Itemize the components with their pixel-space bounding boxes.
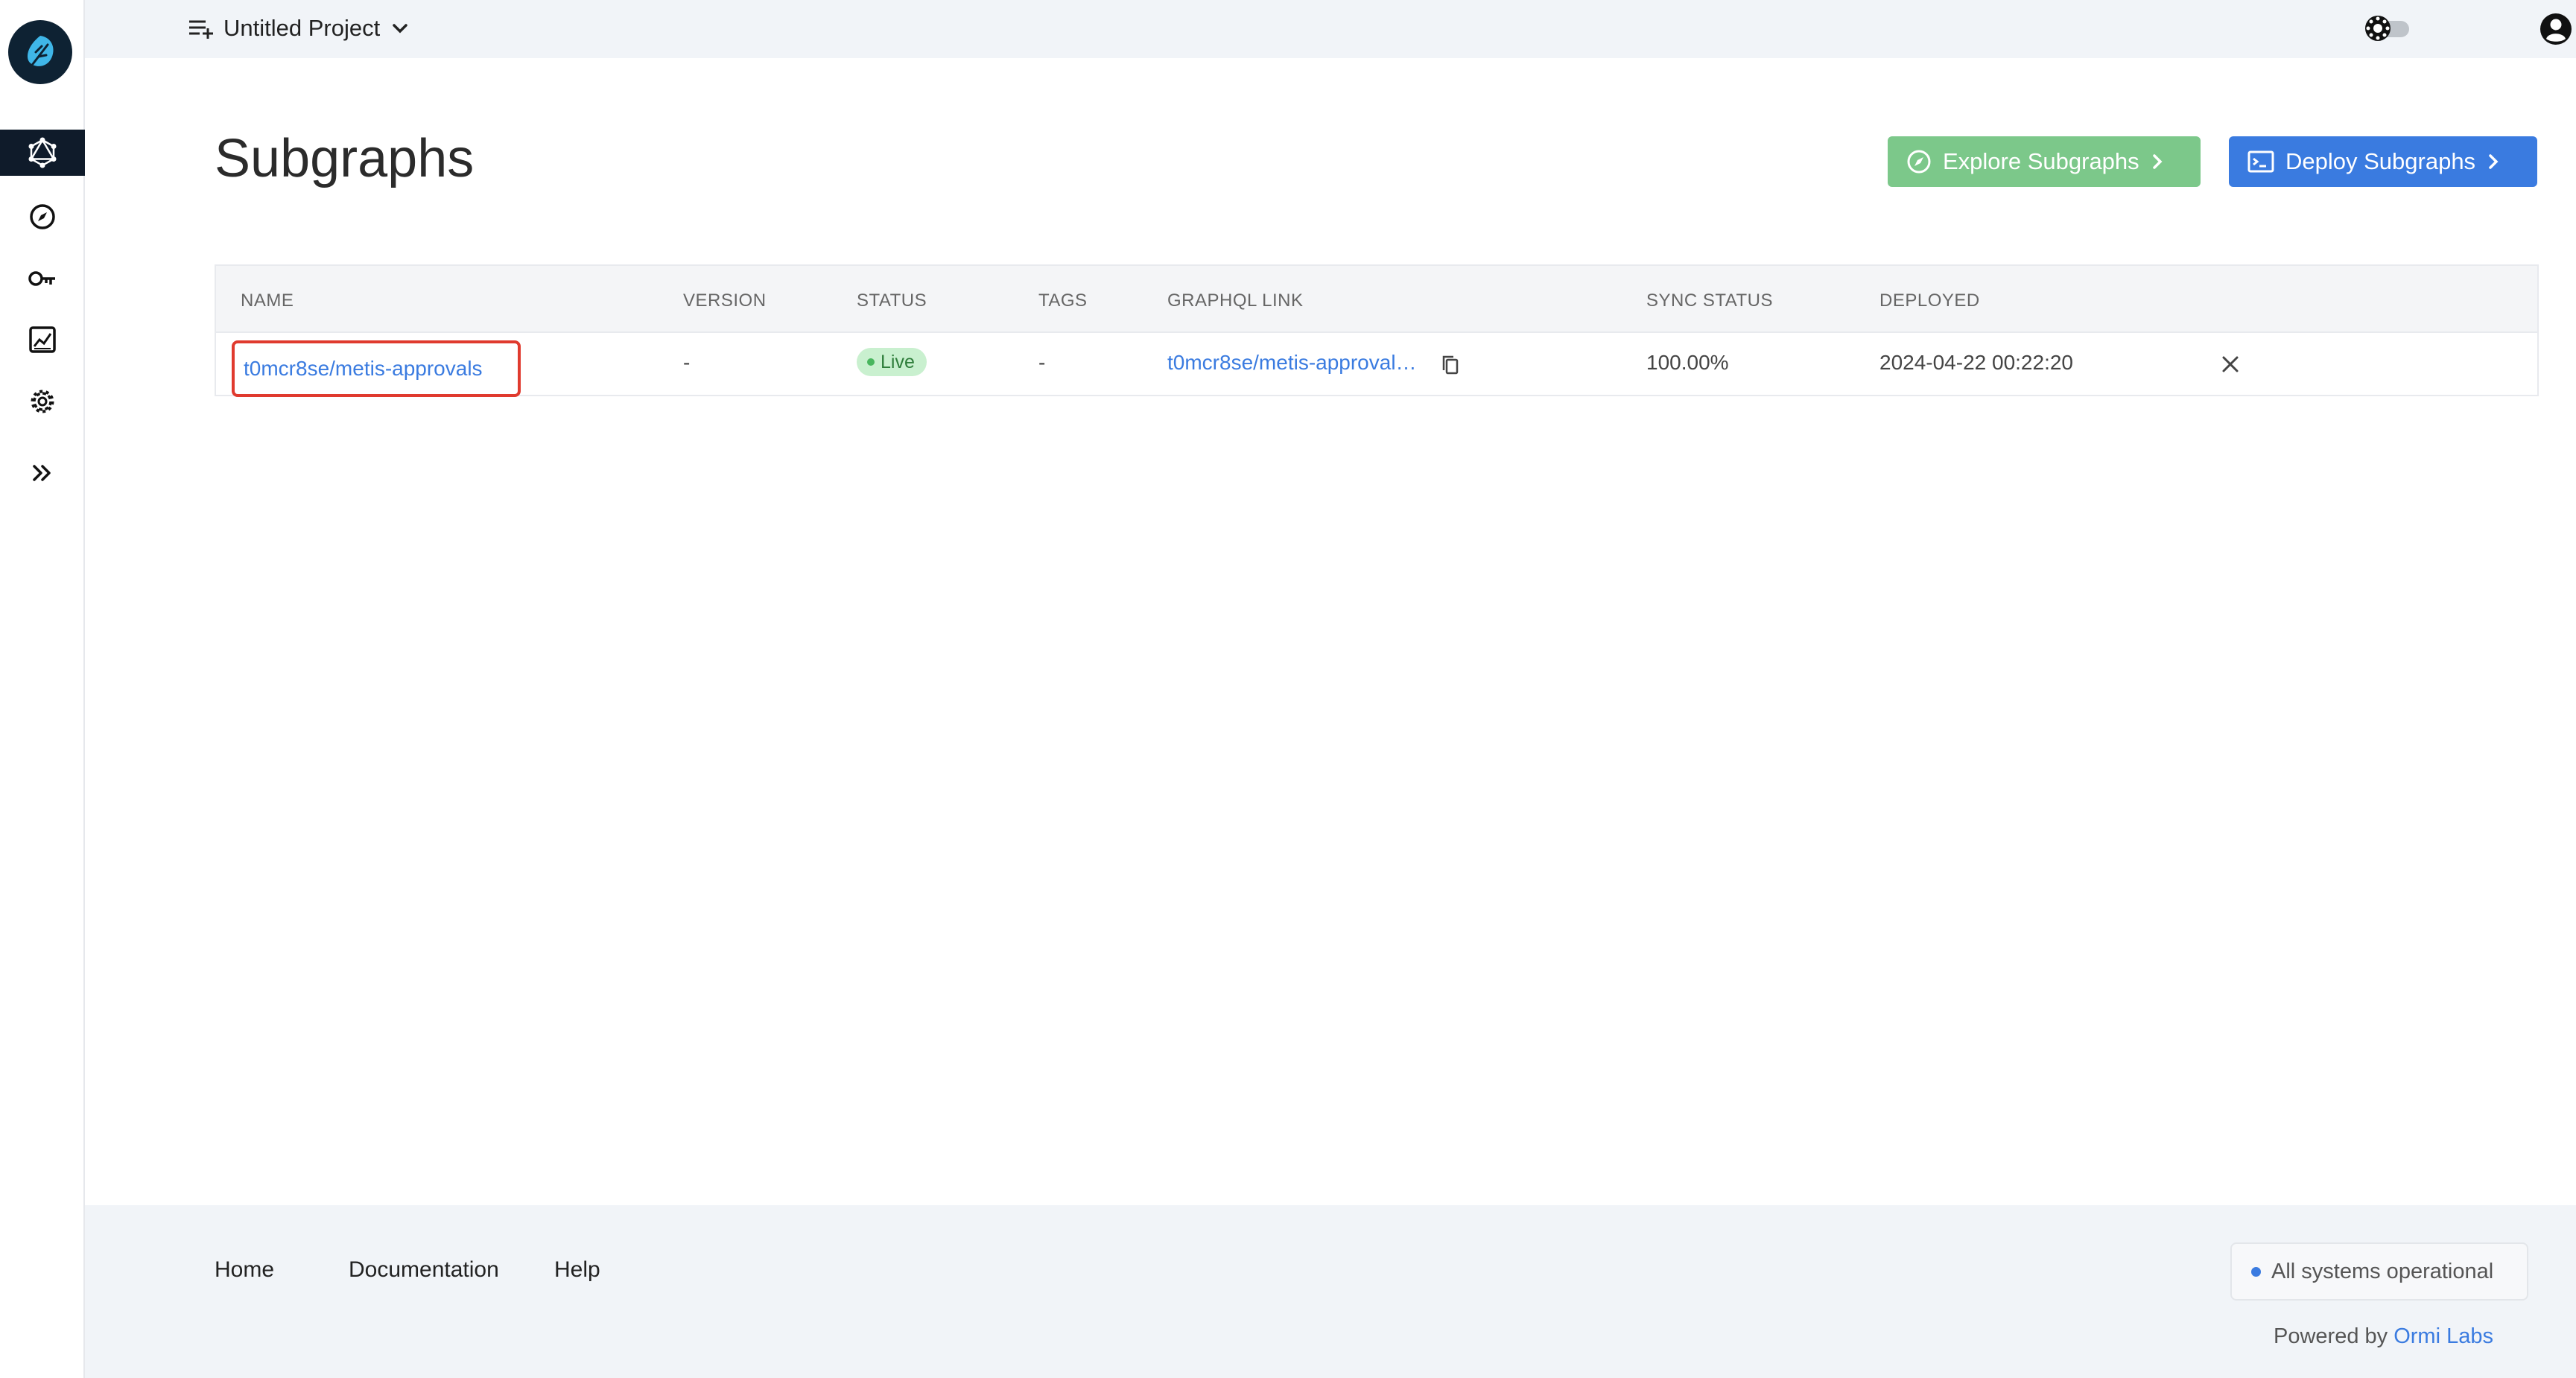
footer-help-link[interactable]: Help	[554, 1257, 600, 1283]
system-status-badge[interactable]: All systems operational	[2230, 1242, 2528, 1301]
chevron-right-icon	[2152, 154, 2163, 169]
project-name: Untitled Project	[223, 15, 381, 41]
top-bar: Untitled Project	[85, 0, 2576, 58]
table-row: t0mcr8se/metis-approvals - Live - t0mcr8…	[216, 333, 2537, 397]
terminal-icon	[2247, 150, 2274, 173]
status-badge: Live	[857, 348, 927, 376]
system-status-text: All systems operational	[2271, 1259, 2494, 1283]
deploy-subgraphs-button[interactable]: Deploy Subgraphs	[2229, 136, 2537, 187]
column-header-version[interactable]: VERSION	[683, 290, 767, 311]
key-icon	[28, 271, 55, 286]
sidebar-item-api-keys[interactable]	[0, 255, 85, 302]
column-header-sync-status[interactable]: SYNC STATUS	[1646, 290, 1773, 311]
chevron-right-icon	[2489, 154, 2499, 169]
copy-icon[interactable]	[1441, 354, 1460, 376]
powered-by: Powered by Ormi Labs	[2274, 1324, 2493, 1349]
compass-icon	[30, 204, 55, 229]
project-selector[interactable]: Untitled Project	[188, 12, 411, 45]
double-chevron-right-icon	[33, 465, 51, 481]
compass-icon	[1907, 150, 1931, 174]
sidebar-item-explore[interactable]	[0, 194, 85, 240]
name-cell-highlight: t0mcr8se/metis-approvals	[232, 340, 521, 397]
tags-cell: -	[1038, 351, 1046, 374]
column-header-tags[interactable]: TAGS	[1038, 290, 1088, 311]
gear-icon	[31, 390, 54, 413]
column-header-name[interactable]: NAME	[241, 290, 294, 311]
company-link[interactable]: Ormi Labs	[2393, 1324, 2493, 1348]
subgraph-name-link[interactable]: t0mcr8se/metis-approvals	[244, 357, 483, 381]
chart-icon	[29, 326, 56, 353]
footer-documentation-link[interactable]: Documentation	[349, 1257, 499, 1283]
app-logo[interactable]	[8, 20, 72, 84]
close-icon[interactable]	[2220, 354, 2241, 375]
sync-status-cell: 100.00%	[1646, 351, 1729, 374]
sidebar-item-expand[interactable]	[0, 450, 85, 496]
table-header: NAME VERSION STATUS TAGS GRAPHQL LINK SY…	[216, 266, 2537, 333]
leaf-logo-icon	[27, 36, 54, 66]
version-cell: -	[683, 351, 691, 374]
playlist-add-icon	[189, 20, 213, 39]
graphql-icon	[28, 137, 57, 168]
subgraphs-table: NAME VERSION STATUS TAGS GRAPHQL LINK SY…	[215, 264, 2539, 397]
sidebar-item-settings[interactable]	[0, 378, 85, 425]
graphql-link[interactable]: t0mcr8se/metis-approval…	[1167, 351, 1417, 375]
sidebar-item-analytics[interactable]	[0, 317, 85, 363]
theme-toggle[interactable]	[2361, 12, 2414, 45]
sidebar-item-subgraphs[interactable]	[0, 130, 85, 176]
deployed-cell: 2024-04-22 00:22:20	[1879, 351, 2073, 374]
account-icon[interactable]	[2537, 10, 2575, 48]
explore-subgraphs-button[interactable]: Explore Subgraphs	[1888, 136, 2201, 187]
page-title: Subgraphs	[215, 129, 475, 188]
column-header-graphql-link[interactable]: GRAPHQL LINK	[1167, 290, 1304, 311]
powered-by-text: Powered by	[2274, 1324, 2388, 1348]
deploy-subgraphs-label: Deploy Subgraphs	[2285, 148, 2476, 174]
explore-subgraphs-label: Explore Subgraphs	[1943, 148, 2139, 174]
footer-home-link[interactable]: Home	[215, 1257, 274, 1283]
chevron-down-icon	[393, 24, 407, 34]
sidebar	[0, 0, 85, 1378]
footer: Home Documentation Help All systems oper…	[85, 1205, 2576, 1378]
column-header-deployed[interactable]: DEPLOYED	[1879, 290, 1980, 311]
status-dot	[2251, 1266, 2261, 1277]
column-header-status[interactable]: STATUS	[857, 290, 927, 311]
